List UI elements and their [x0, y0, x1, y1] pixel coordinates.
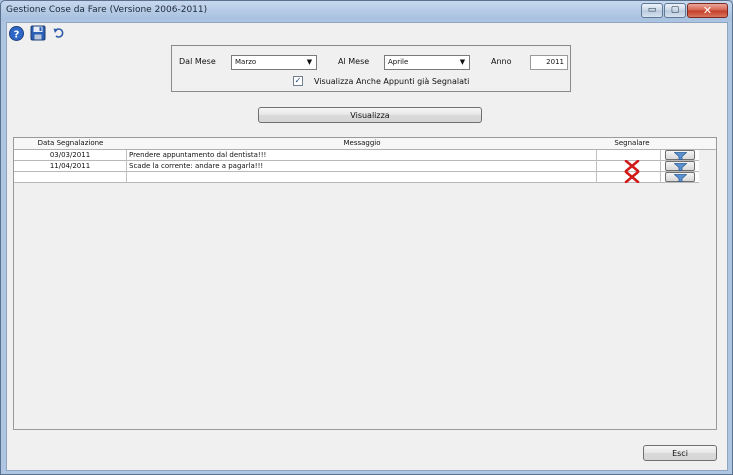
svg-text:?: ? — [14, 29, 20, 40]
help-button[interactable]: ? — [8, 25, 25, 42]
maximize-button[interactable]: ▢ — [664, 3, 686, 18]
x-mark-icon — [624, 171, 640, 183]
minimize-icon: ▭ — [647, 5, 657, 15]
grid-header: Data Segnalazione Messaggio Segnalare — [14, 138, 716, 150]
flag-row-button[interactable] — [665, 150, 695, 160]
row-message: Prendere appuntamento dal dentista!!! — [127, 150, 597, 161]
undo-icon — [53, 28, 63, 38]
undo-button[interactable] — [50, 25, 67, 42]
row-message — [127, 172, 597, 183]
from-month-label: Dal Mese — [179, 57, 216, 66]
table-row[interactable]: 11/04/2011 Scade la corrente: andare a p… — [14, 161, 699, 172]
toolbar: ? — [7, 23, 67, 43]
to-month-select[interactable]: Aprile ▼ — [384, 55, 470, 70]
filter-panel: Dal Mese Marzo ▼ Al Mese Aprile ▼ Anno 2… — [171, 45, 571, 92]
table-row[interactable] — [14, 172, 699, 183]
chevron-down-icon: ▼ — [306, 58, 313, 66]
maximize-icon: ▢ — [670, 5, 680, 15]
window-controls: ▭ ▢ ✕ — [641, 3, 728, 18]
exit-button[interactable]: Esci — [643, 445, 717, 461]
from-month-select[interactable]: Marzo ▼ — [231, 55, 317, 70]
column-header-message[interactable]: Messaggio — [127, 139, 597, 147]
from-month-value: Marzo — [235, 58, 257, 66]
row-date: 11/04/2011 — [14, 161, 127, 172]
column-header-flag[interactable]: Segnalare — [597, 139, 667, 147]
year-label: Anno — [491, 57, 512, 66]
funnel-icon — [674, 174, 687, 182]
close-button[interactable]: ✕ — [687, 3, 728, 18]
close-icon: ✕ — [702, 4, 713, 17]
window-title: Gestione Cose da Fare (Versione 2006-201… — [6, 5, 208, 15]
show-flagged-label: Visualizza Anche Appunti già Segnalati — [314, 77, 470, 86]
title-bar[interactable]: Gestione Cose da Fare (Versione 2006-201… — [1, 1, 732, 21]
row-date — [14, 172, 127, 183]
flag-row-button[interactable] — [665, 172, 695, 182]
main-panel: ? Dal Mese Marzo ▼ Al Mese Aprile ▼ Anno… — [6, 22, 728, 471]
chevron-down-icon: ▼ — [459, 58, 466, 66]
row-date: 03/03/2011 — [14, 150, 127, 161]
app-window: Gestione Cose da Fare (Versione 2006-201… — [0, 0, 733, 475]
to-month-value: Aprile — [388, 58, 409, 66]
row-message: Scade la corrente: andare a pagarla!!! — [127, 161, 597, 172]
minimize-button[interactable]: ▭ — [641, 3, 663, 18]
year-input[interactable]: 2011 — [530, 55, 568, 70]
help-icon: ? — [9, 25, 24, 41]
to-month-label: Al Mese — [338, 57, 370, 66]
table-row[interactable]: 03/03/2011 Prendere appuntamento dal den… — [14, 150, 699, 161]
notes-grid: Data Segnalazione Messaggio Segnalare 03… — [13, 137, 717, 430]
view-button[interactable]: Visualizza — [258, 107, 482, 123]
save-icon — [30, 25, 45, 41]
column-header-date[interactable]: Data Segnalazione — [14, 139, 127, 147]
flag-row-button[interactable] — [665, 161, 695, 171]
funnel-icon — [674, 152, 687, 160]
show-flagged-checkbox[interactable]: ✓ — [293, 76, 303, 86]
funnel-icon — [674, 163, 687, 171]
save-button[interactable] — [29, 25, 46, 42]
